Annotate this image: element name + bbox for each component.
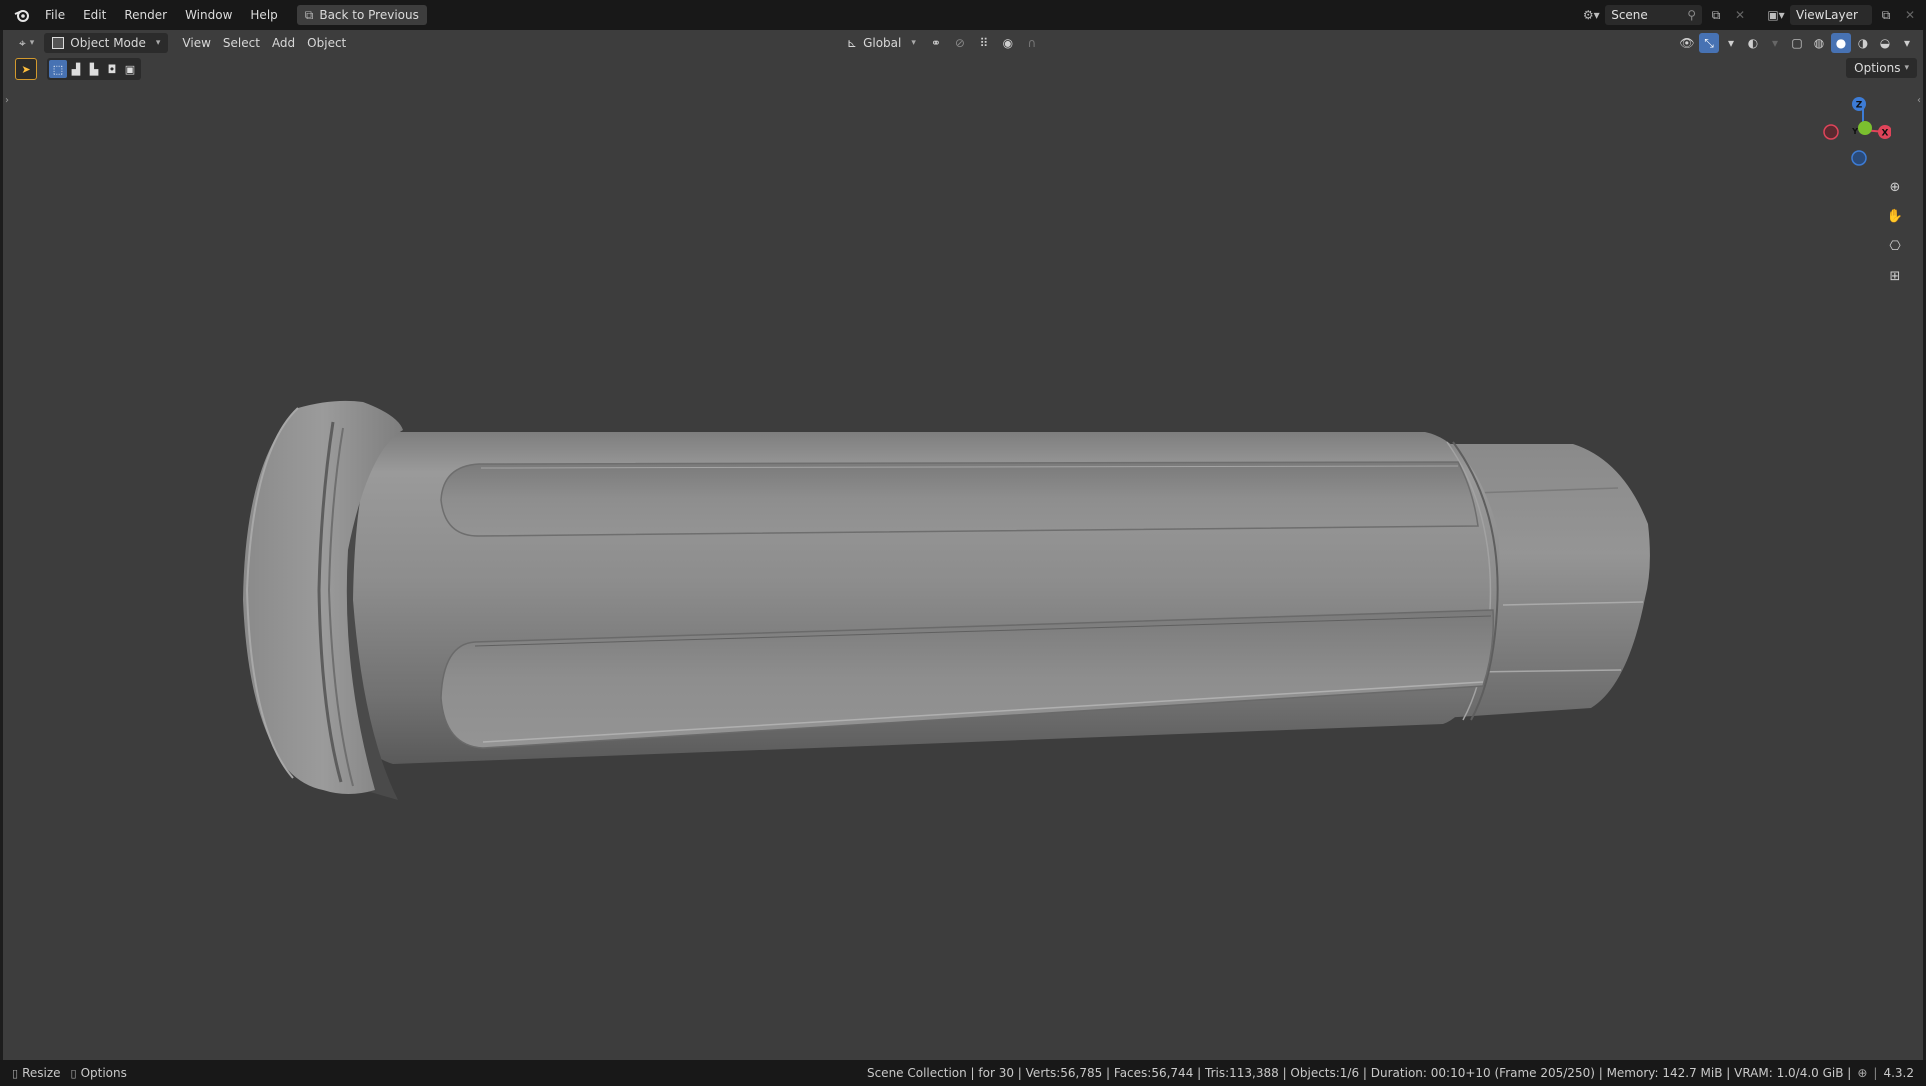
back-window-icon: ⧉ — [304, 8, 314, 22]
viewlayer-name: ViewLayer — [1796, 8, 1858, 22]
menu-render[interactable]: Render — [115, 0, 176, 30]
mouse-left-icon: ▯ — [12, 1066, 19, 1080]
scene-name: Scene — [1611, 8, 1648, 22]
status-options-label: Options — [80, 1066, 127, 1080]
new-scene-icon[interactable]: ⧉ — [1706, 5, 1726, 25]
new-viewlayer-icon[interactable]: ⧉ — [1876, 5, 1896, 25]
menu-help[interactable]: Help — [241, 0, 286, 30]
mouse-right-icon: ▯ — [70, 1066, 77, 1080]
back-to-previous-label: Back to Previous — [319, 8, 419, 22]
scene-field[interactable]: Scene ⚲ — [1605, 5, 1702, 25]
blender-logo-icon[interactable] — [8, 0, 36, 30]
status-right: Scene Collection | for 30 | Verts:56,785… — [867, 1060, 1914, 1086]
scene-selector-icon[interactable]: ⚙▾ — [1581, 5, 1601, 25]
blender-version: 4.3.2 — [1883, 1066, 1914, 1080]
delete-viewlayer-icon[interactable]: ✕ — [1900, 5, 1920, 25]
status-separator: | — [1873, 1066, 1878, 1080]
viewlayer-selector-icon[interactable]: ▣▾ — [1766, 5, 1786, 25]
status-left: ▯ Resize ▯ Options — [12, 1066, 127, 1080]
top-bar: File Edit Render Window Help ⧉ Back to P… — [0, 0, 1926, 30]
scene-statistics: Scene Collection | for 30 | Verts:56,785… — [866, 1066, 1852, 1080]
pin-icon[interactable]: ⚲ — [1687, 8, 1696, 22]
scene-viewlayer-controls: ⚙▾ Scene ⚲ ⧉ ✕ ▣▾ ViewLayer ⧉ ✕ — [1581, 5, 1920, 25]
back-to-previous-button[interactable]: ⧉ Back to Previous — [296, 5, 427, 25]
menu-window[interactable]: Window — [176, 0, 241, 30]
cylinder-grip-model[interactable] — [3, 30, 1923, 1060]
viewlayer-field[interactable]: ViewLayer — [1790, 5, 1872, 25]
3d-viewport[interactable]: ⌖ ▾ Object Mode ▾ View Select Add Object … — [3, 30, 1923, 1060]
menu-edit[interactable]: Edit — [74, 0, 115, 30]
status-bar: ▯ Resize ▯ Options Scene Collection | fo… — [0, 1060, 1926, 1086]
network-globe-icon[interactable]: ⊕ — [1857, 1066, 1867, 1080]
menu-file[interactable]: File — [36, 0, 74, 30]
delete-scene-icon[interactable]: ✕ — [1730, 5, 1750, 25]
status-resize-label: Resize — [22, 1066, 61, 1080]
